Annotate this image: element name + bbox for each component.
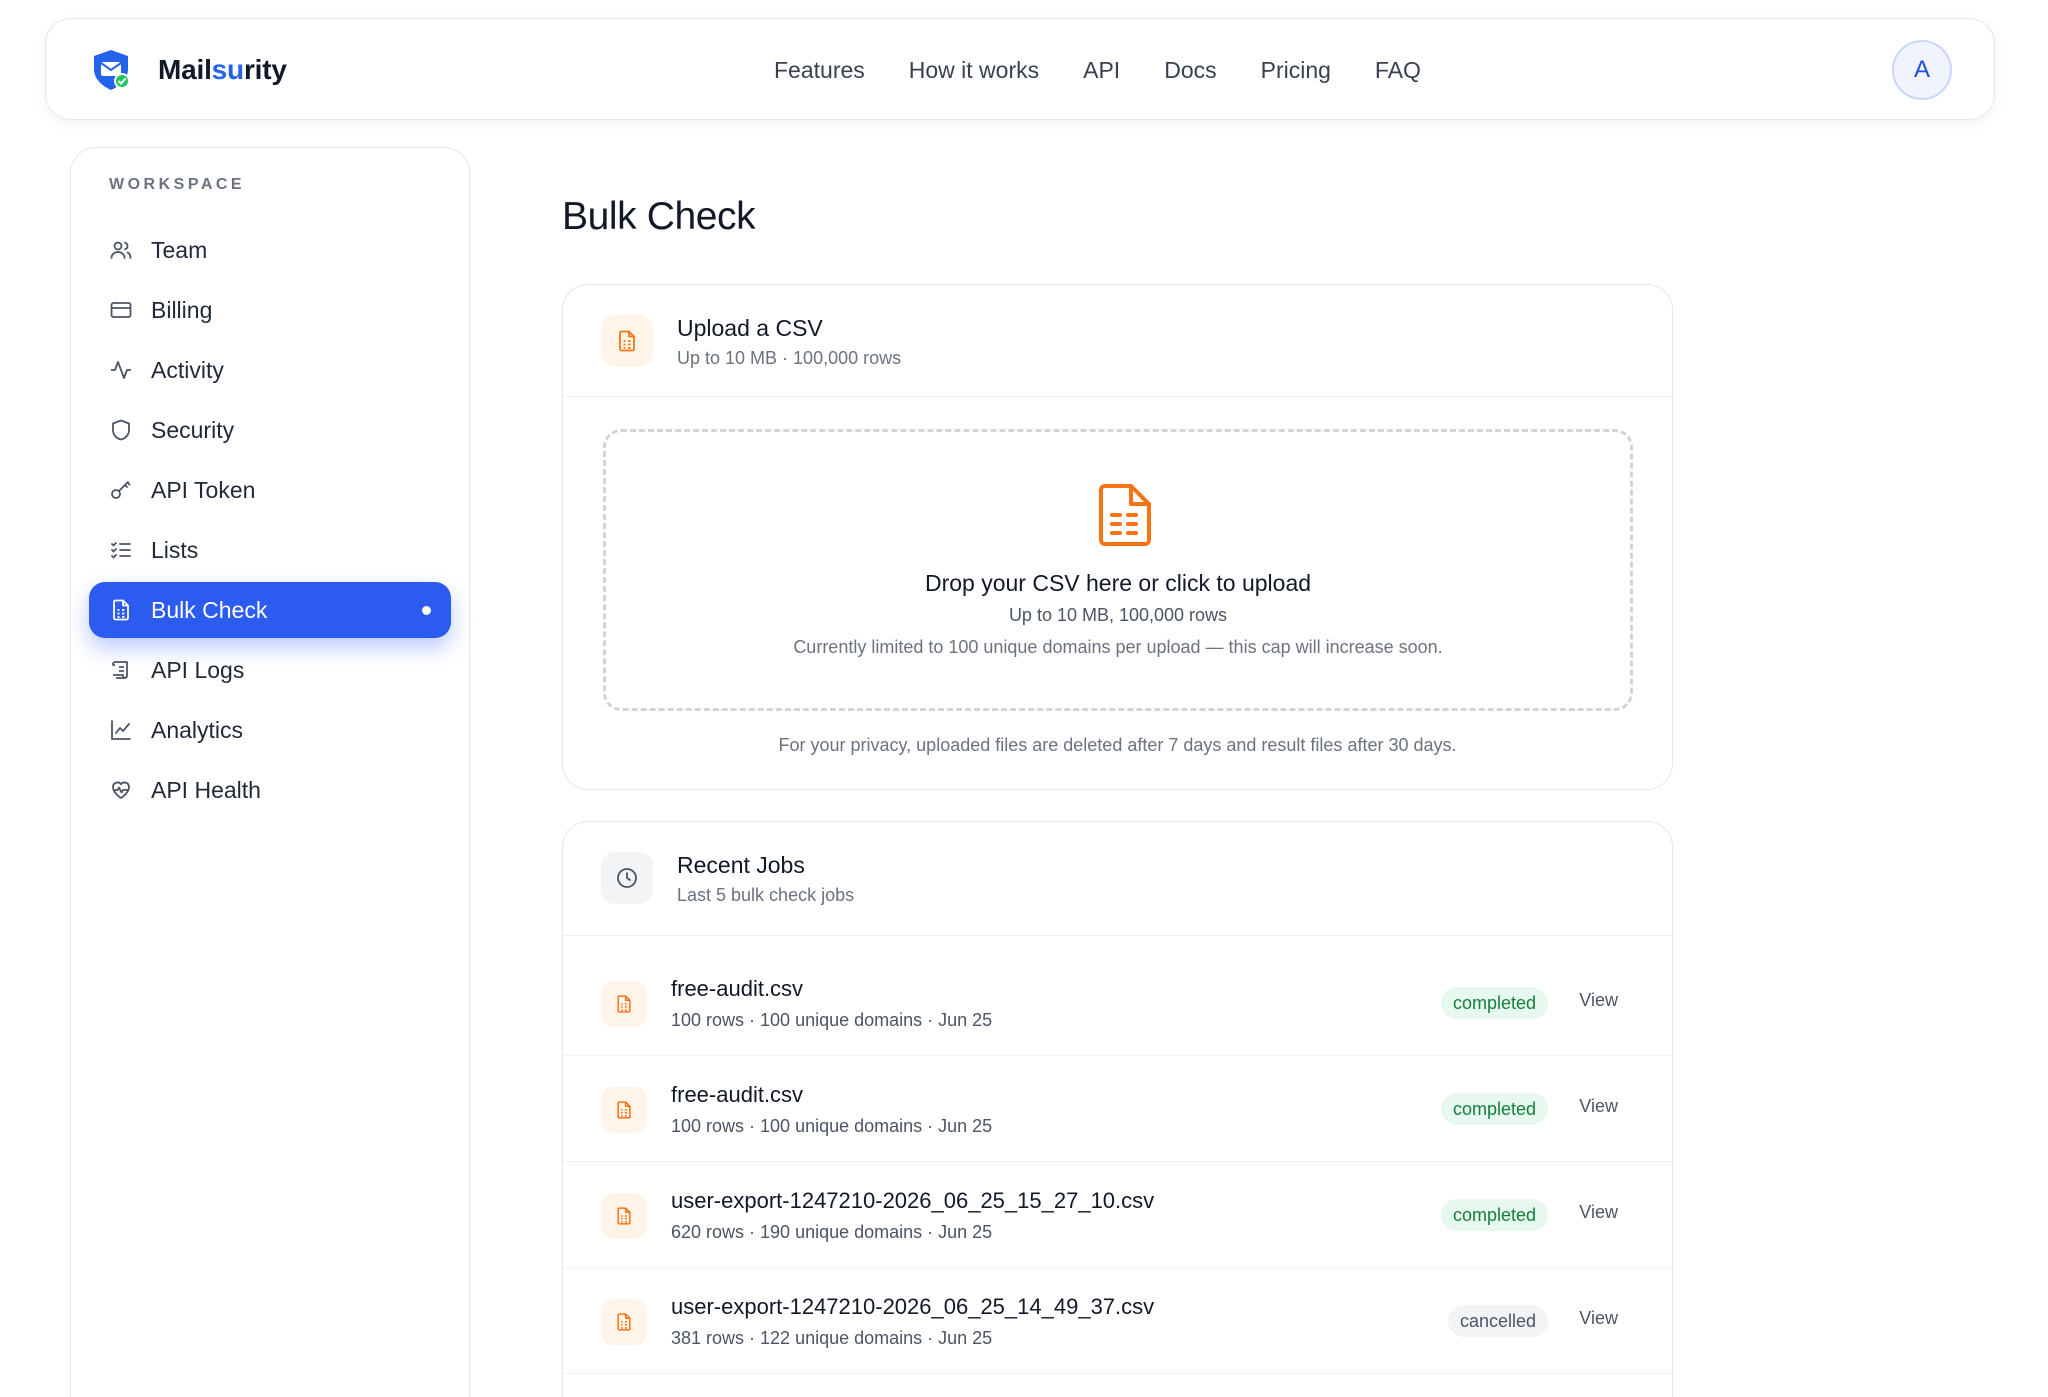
upload-card-title: Upload a CSV xyxy=(677,315,823,341)
table-row: free-audit.csv 100 rows · 100 unique dom… xyxy=(563,1056,1672,1162)
job-meta: 100 rows · 100 unique domains · Jun 25 xyxy=(671,1010,993,1030)
sidebar-item-label: API Token xyxy=(151,476,256,503)
sidebar-item-bulk-check[interactable]: Bulk Check xyxy=(89,582,451,638)
sidebar-item-label: Security xyxy=(151,416,235,443)
users-icon xyxy=(109,238,133,262)
view-job-link[interactable]: View xyxy=(1579,1308,1618,1329)
sidebar-item-label: API Health xyxy=(151,776,261,803)
scroll-icon xyxy=(109,658,133,682)
sidebar-item-label: Billing xyxy=(151,296,213,323)
line-chart-icon xyxy=(109,718,133,742)
top-nav: Features How it works API Docs Pricing F… xyxy=(774,19,1465,121)
status-badge: completed xyxy=(1440,1093,1548,1125)
nav-features[interactable]: Features xyxy=(774,57,865,84)
table-row: free-audit.csv 100 rows · 100 unique dom… xyxy=(563,950,1672,1056)
sidebar-item-api-logs[interactable]: API Logs xyxy=(89,642,451,698)
sidebar-item-label: API Logs xyxy=(151,656,245,683)
file-spreadsheet-icon xyxy=(601,1193,647,1239)
job-meta: 381 rows · 122 unique domains · Jun 25 xyxy=(671,1328,993,1348)
sidebar-item-team[interactable]: Team xyxy=(89,222,451,278)
table-row: user-export-1247210-2026_06_25_14_49_37.… xyxy=(563,1268,1672,1374)
user-avatar[interactable]: A xyxy=(1892,40,1952,100)
nav-how-it-works[interactable]: How it works xyxy=(909,57,1039,84)
sidebar-item-billing[interactable]: Billing xyxy=(89,282,451,338)
shield-mail-logo-icon xyxy=(88,47,134,93)
job-file-name: user-export-1247210-2026_06_25_14_49_37.… xyxy=(671,1294,1155,1319)
nav-pricing[interactable]: Pricing xyxy=(1261,57,1331,84)
file-spreadsheet-icon xyxy=(1095,483,1153,547)
clock-icon xyxy=(601,852,653,904)
sidebar-item-label: Analytics xyxy=(151,716,244,743)
file-spreadsheet-icon xyxy=(109,598,133,622)
job-file-name: free-audit.csv xyxy=(671,976,804,1001)
list-checks-icon xyxy=(109,538,133,562)
shield-icon xyxy=(109,418,133,442)
sidebar-item-label: Bulk Check xyxy=(151,596,268,623)
sidebar-item-label: Activity xyxy=(151,356,224,383)
sidebar: WORKSPACE Team Billing Activity Security xyxy=(70,147,470,1397)
activity-icon xyxy=(109,358,133,382)
dropzone-note: Currently limited to 100 unique domains … xyxy=(793,637,1443,657)
jobs-list: free-audit.csv 100 rows · 100 unique dom… xyxy=(563,936,1672,1374)
status-badge: completed xyxy=(1440,1199,1548,1231)
job-file-name: free-audit.csv xyxy=(671,1082,804,1107)
credit-card-icon xyxy=(109,298,133,322)
sidebar-item-activity[interactable]: Activity xyxy=(89,342,451,398)
privacy-note: For your privacy, uploaded files are del… xyxy=(778,735,1457,755)
brand[interactable]: Mailsurity xyxy=(88,47,287,93)
recent-jobs-title: Recent Jobs xyxy=(677,852,805,878)
job-meta: 620 rows · 190 unique domains · Jun 25 xyxy=(671,1222,993,1242)
active-indicator-dot xyxy=(422,606,431,615)
view-job-link[interactable]: View xyxy=(1579,990,1618,1011)
status-badge: completed xyxy=(1440,987,1548,1019)
recent-jobs-subtitle: Last 5 bulk check jobs xyxy=(677,885,855,905)
sidebar-item-lists[interactable]: Lists xyxy=(89,522,451,578)
sidebar-item-analytics[interactable]: Analytics xyxy=(89,702,451,758)
file-spreadsheet-icon xyxy=(601,981,647,1027)
nav-docs[interactable]: Docs xyxy=(1164,57,1216,84)
status-badge: cancelled xyxy=(1447,1305,1548,1337)
top-navbar: Mailsurity Features How it works API Doc… xyxy=(45,18,1995,120)
nav-api[interactable]: API xyxy=(1083,57,1120,84)
brand-name: Mailsurity xyxy=(158,54,287,85)
file-spreadsheet-icon xyxy=(601,1299,647,1345)
job-file-name: user-export-1247210-2026_06_25_15_27_10.… xyxy=(671,1188,1155,1213)
view-job-link[interactable]: View xyxy=(1579,1096,1618,1117)
sidebar-item-api-health[interactable]: API Health xyxy=(89,762,451,818)
sidebar-nav: Team Billing Activity Security API Token xyxy=(89,222,451,822)
heart-pulse-icon xyxy=(109,778,133,802)
sidebar-item-security[interactable]: Security xyxy=(89,402,451,458)
file-spreadsheet-icon xyxy=(601,315,653,367)
csv-dropzone[interactable]: Drop your CSV here or click to upload Up… xyxy=(603,429,1633,711)
dropzone-title: Drop your CSV here or click to upload xyxy=(924,570,1312,596)
sidebar-item-api-token[interactable]: API Token xyxy=(89,462,451,518)
upload-card-header: Upload a CSV Up to 10 MB · 100,000 rows xyxy=(563,285,1672,397)
page-title: Bulk Check xyxy=(562,195,756,238)
recent-jobs-card: Recent Jobs Last 5 bulk check jobs free-… xyxy=(562,821,1673,1397)
nav-faq[interactable]: FAQ xyxy=(1375,57,1421,84)
view-job-link[interactable]: View xyxy=(1579,1202,1618,1223)
sidebar-section-label: WORKSPACE xyxy=(109,176,246,193)
recent-jobs-header: Recent Jobs Last 5 bulk check jobs xyxy=(563,822,1672,936)
sidebar-item-label: Team xyxy=(151,236,208,263)
upload-card: Upload a CSV Up to 10 MB · 100,000 rows … xyxy=(562,284,1673,790)
table-row: user-export-1247210-2026_06_25_15_27_10.… xyxy=(563,1162,1672,1268)
job-meta: 100 rows · 100 unique domains · Jun 25 xyxy=(671,1116,993,1136)
file-spreadsheet-icon xyxy=(601,1087,647,1133)
dropzone-limits: Up to 10 MB, 100,000 rows xyxy=(1008,605,1228,625)
sidebar-item-label: Lists xyxy=(151,536,199,563)
key-icon xyxy=(109,478,133,502)
upload-card-subtitle: Up to 10 MB · 100,000 rows xyxy=(677,348,902,368)
